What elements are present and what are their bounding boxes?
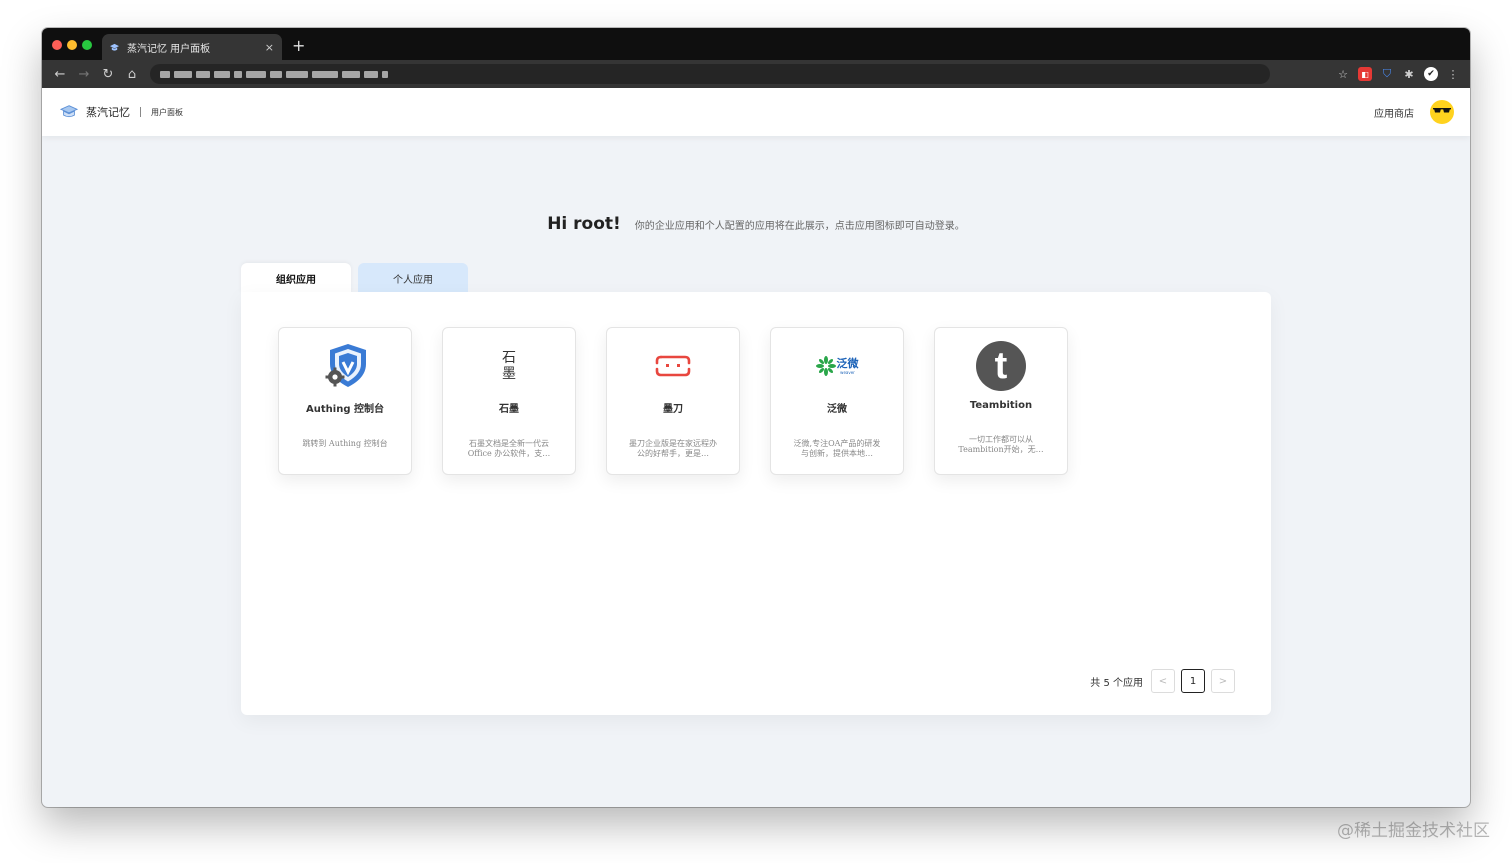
page-number-button[interactable]: 1 [1181,669,1205,693]
next-page-button[interactable]: > [1211,669,1235,693]
new-tab-button[interactable]: + [292,36,305,55]
app-card-desc: 墨刀企业版是在家远程办公的好帮手，更是… [629,439,717,458]
header-divider [140,107,141,117]
app-card-desc: 石墨文档是全新一代云Office 办公软件，支… [467,439,551,458]
brand-name[interactable]: 蒸汽记忆 [86,104,130,120]
reload-icon[interactable]: ↻ [96,67,120,82]
app-card-name: 墨刀 [663,404,683,415]
minimize-window-button[interactable] [67,40,77,50]
graduation-cap-logo-icon [60,105,78,118]
weaver-leaf-icon [815,356,836,376]
authing-shield-gear-icon [319,340,371,392]
close-tab-icon[interactable]: × [265,41,274,54]
back-arrow-icon[interactable]: ← [48,67,72,82]
weaver-logo-subtext: weaver [840,369,855,375]
red-extension-icon[interactable]: ◧ [1358,67,1372,81]
app-card-weaver[interactable]: 泛微 weaver 泛微 泛微,专注OA产品的研发与创新，提供本地… [770,327,904,475]
app-card-desc: 一切工作都可以从Teambition开始，无… [958,435,1044,454]
app-card-grid: Authing 控制台 跳转到 Authing 控制台 石 墨 石墨 石墨文档是… [278,327,1068,475]
app-card-name: Authing 控制台 [306,404,384,415]
prev-page-button[interactable]: < [1151,669,1175,693]
watermark: @稀土掘金技术社区 [1337,821,1490,841]
extension-toolbar: ☆ ◧ ⛉ ✱ ✔ ⋮ [1336,67,1470,81]
shimo-logo-icon: 石 墨 [483,340,535,392]
app-card-shimo[interactable]: 石 墨 石墨 石墨文档是全新一代云Office 办公软件，支… [442,327,576,475]
blurred-url [160,70,388,78]
close-window-button[interactable] [52,40,62,50]
avatar[interactable] [1430,100,1454,124]
browser-tabstrip: 蒸汽记忆 用户面板 × + [42,28,1470,60]
browser-window: 蒸汽记忆 用户面板 × + ← → ↻ ⌂ ☆ ◧ ⛉ ✱ ✔ ⋮ 蒸汽记忆 用… [42,28,1470,807]
shield-extension-icon[interactable]: ⛉ [1380,67,1394,81]
browser-tab-active[interactable]: 蒸汽记忆 用户面板 × [102,34,282,60]
pagination: 共 5 个应用 < 1 > [1090,669,1235,693]
shimo-logo-text: 石 墨 [502,350,516,382]
app-card-teambition[interactable]: t Teambition 一切工作都可以从Teambition开始，无… [934,327,1068,475]
app-card-name: 泛微 [827,404,847,415]
bookmark-star-icon[interactable]: ☆ [1336,67,1350,81]
app-store-link[interactable]: 应用商店 [1374,105,1414,120]
greeting-text: 你的企业应用和个人配置的应用将在此展示，点击应用图标即可自动登录。 [634,221,965,232]
page-subtitle: 用户面板 [151,107,183,117]
tab-org-apps[interactable]: 组织应用 [241,263,351,293]
weaver-logo-text: 泛微 [836,356,859,370]
address-bar[interactable] [150,64,1270,84]
teambition-logo-letter: t [994,345,1008,387]
profile-icon[interactable]: ✔ [1424,67,1438,81]
browser-toolbar: ← → ↻ ⌂ ☆ ◧ ⛉ ✱ ✔ ⋮ [42,60,1470,88]
app-header: 蒸汽记忆 用户面板 应用商店 [42,88,1470,136]
maximize-window-button[interactable] [82,40,92,50]
pagination-total: 共 5 个应用 [1090,677,1143,689]
app-card-desc: 跳转到 Authing 控制台 [302,439,388,448]
more-menu-icon[interactable]: ⋮ [1446,67,1460,81]
forward-arrow-icon[interactable]: → [72,67,96,82]
sunglasses-icon [1433,108,1451,113]
greeting-title: Hi root! [547,214,621,234]
weaver-logo-icon: 泛微 weaver [811,340,863,392]
graduation-cap-icon [110,43,119,52]
teambition-logo-icon: t [975,340,1027,392]
app-card-name: 石墨 [499,404,519,415]
modao-logo-icon [647,340,699,392]
browser-tab-title: 蒸汽记忆 用户面板 [127,43,211,55]
app-card-authing[interactable]: Authing 控制台 跳转到 Authing 控制台 [278,327,412,475]
tab-personal-apps[interactable]: 个人应用 [358,263,468,293]
apps-panel: Authing 控制台 跳转到 Authing 控制台 石 墨 石墨 石墨文档是… [241,292,1271,715]
greeting: Hi root! 你的企业应用和个人配置的应用将在此展示，点击应用图标即可自动登… [42,214,1470,234]
app-card-modao[interactable]: 墨刀 墨刀企业版是在家远程办公的好帮手，更是… [606,327,740,475]
home-icon[interactable]: ⌂ [120,67,144,82]
puzzle-extensions-icon[interactable]: ✱ [1402,67,1416,81]
app-card-name: Teambition [969,400,1033,411]
app-card-desc: 泛微,专注OA产品的研发与创新，提供本地… [793,439,881,458]
